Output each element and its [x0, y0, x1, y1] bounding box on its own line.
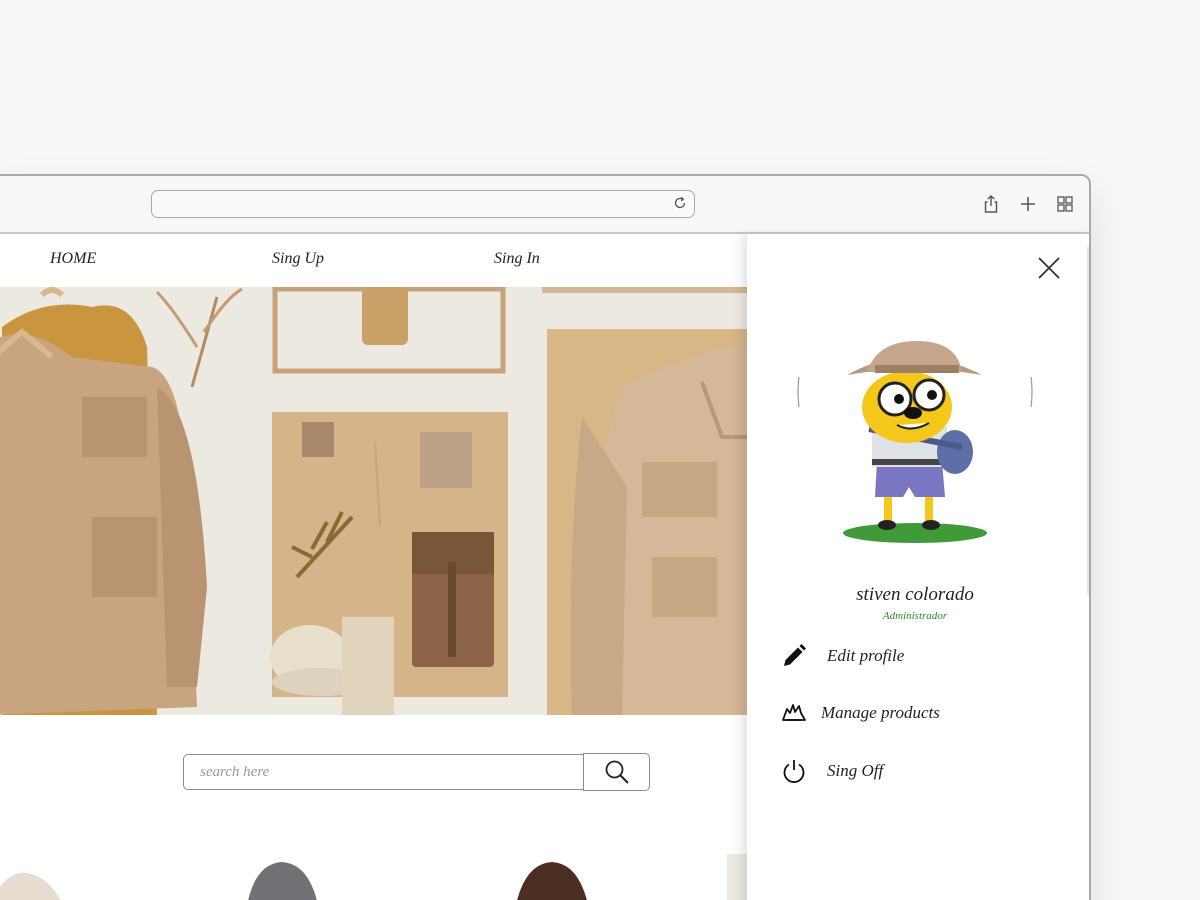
manage-products-button[interactable]: Manage products: [781, 700, 940, 726]
product-grid: [0, 854, 747, 900]
sign-off-label: Sing Off: [827, 761, 884, 780]
reload-icon[interactable]: [673, 196, 687, 210]
nav-signup-link[interactable]: Sing Up: [272, 250, 324, 268]
search-button[interactable]: [583, 753, 650, 791]
browser-window: HOME Sing Up Sing In search here stiven …: [0, 174, 1091, 900]
hero-clothing-image: [0, 287, 747, 715]
hero-banner: [0, 287, 747, 715]
search-input[interactable]: [183, 754, 584, 790]
top-nav: HOME Sing Up Sing In: [0, 234, 747, 287]
edit-profile-button[interactable]: Edit profile: [781, 643, 904, 669]
hands-icon: [782, 704, 806, 721]
web-page: HOME Sing Up Sing In search here stiven …: [0, 234, 1089, 900]
nav-signin-link[interactable]: Sing In: [494, 250, 540, 268]
edit-profile-label: Edit profile: [827, 646, 905, 665]
user-side-panel: stiven colorado Administrador Edit profi…: [747, 234, 1089, 900]
pencil-icon: [784, 644, 806, 666]
product-beige-hoodie: [0, 872, 61, 900]
search-icon: [605, 760, 629, 784]
product-thumbnails: [0, 854, 747, 900]
panel-scrollbar[interactable]: [1087, 246, 1089, 596]
address-bar[interactable]: [151, 190, 695, 218]
browser-toolbar: [0, 176, 1089, 234]
new-tab-icon[interactable]: [1018, 194, 1038, 214]
user-role: Administrador: [882, 610, 948, 622]
sign-off-button[interactable]: Sing Off: [781, 758, 883, 784]
product-gray-hoodie: [248, 862, 317, 900]
nav-home-link[interactable]: HOME: [50, 250, 96, 268]
product-brown-hoodie: [517, 862, 587, 900]
close-icon[interactable]: [1036, 255, 1062, 281]
avatar: [797, 341, 1033, 543]
user-name: stiven colorado: [856, 584, 974, 605]
share-icon[interactable]: [981, 194, 1001, 214]
tab-overview-icon[interactable]: [1055, 194, 1075, 214]
manage-products-label: Manage products: [821, 703, 940, 722]
power-icon: [783, 760, 805, 783]
